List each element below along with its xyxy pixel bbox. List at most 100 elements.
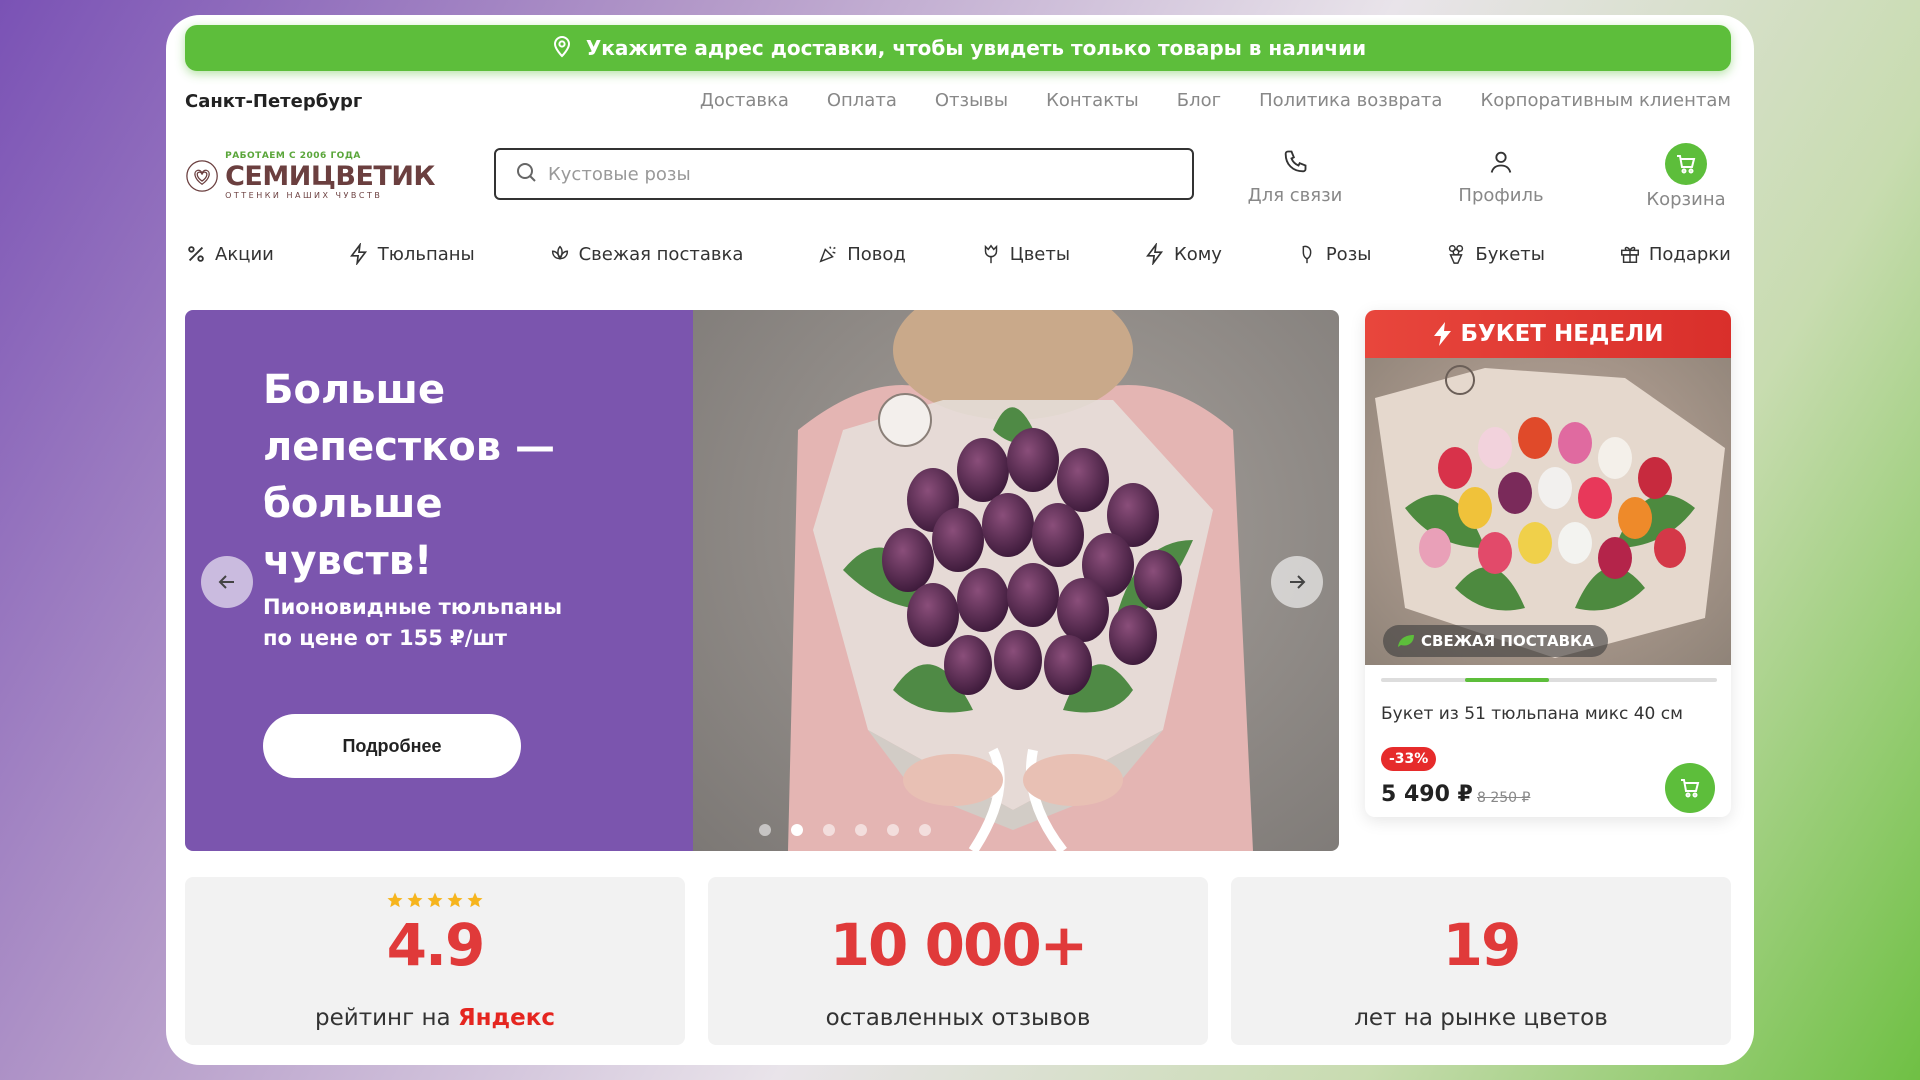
- bouquet-icon: [1449, 245, 1464, 264]
- category-label: Повод: [847, 243, 906, 265]
- category-label: Цветы: [1009, 243, 1071, 265]
- site-logo[interactable]: РАБОТАЕМ С 2006 ГОДА СЕМИЦВЕТИК ОТТЕНКИ …: [185, 147, 435, 205]
- star-icon: [387, 892, 403, 908]
- mixed-tulips-illustration: [1375, 365, 1725, 658]
- week-product-name[interactable]: Букет из 51 тюльпана микс 40 см: [1381, 704, 1683, 724]
- cart-icon: [1681, 779, 1700, 798]
- contact-button[interactable]: Для связи: [1245, 148, 1345, 206]
- rose-icon: [1302, 245, 1312, 264]
- topnav-delivery[interactable]: Доставка: [700, 90, 789, 111]
- category-label: Акции: [215, 243, 274, 265]
- product-old-price: 8 250 ₽: [1477, 790, 1531, 806]
- lotus-icon: [551, 245, 568, 260]
- pagination-dot[interactable]: [759, 824, 771, 836]
- category-label: Тюльпаны: [377, 243, 475, 265]
- yandex-logo: Яндекс: [457, 1005, 555, 1031]
- arrow-right-icon: [1290, 575, 1306, 589]
- rating-value: 4.9: [386, 911, 486, 979]
- browser-frame: Укажите адрес доставки, чтобы увидеть то…: [166, 15, 1754, 1065]
- page-content: Укажите адрес доставки, чтобы увидеть то…: [185, 15, 1731, 1065]
- reviews-label: оставленных отзывов: [825, 1005, 1091, 1031]
- hero-title: Больше лепестков — больше чувств!: [263, 367, 555, 584]
- hero-more-button[interactable]: Подробнее: [263, 714, 521, 778]
- category-for-whom[interactable]: Кому: [1144, 243, 1222, 265]
- hero-slider: Больше лепестков — больше чувств! Пионов…: [185, 310, 1339, 851]
- topnav-payment[interactable]: Оплата: [827, 90, 897, 111]
- category-tulips[interactable]: Тюльпаны: [348, 243, 475, 265]
- gift-icon: [1620, 246, 1639, 263]
- lightning-icon: [1145, 243, 1164, 265]
- star-icon: [467, 892, 483, 908]
- logo-name: СЕМИЦВЕТИК: [225, 161, 435, 192]
- logo-tagline: ОТТЕНКИ НАШИХ ЧУВСТВ: [225, 191, 383, 200]
- pagination-dot[interactable]: [855, 824, 867, 836]
- years-label: лет на рынке цветов: [1354, 1005, 1608, 1031]
- star-icon: [427, 892, 443, 908]
- rating-stars: [185, 891, 685, 909]
- cart-label: Корзина: [1646, 189, 1726, 210]
- category-label: Кому: [1173, 243, 1222, 265]
- search-icon: [514, 160, 538, 188]
- week-bouquet-image: СВЕЖАЯ ПОСТАВКА: [1365, 358, 1731, 665]
- logo-heart-icon: [186, 160, 218, 192]
- lightning-icon: [349, 243, 367, 265]
- top-navigation: Доставка Оплата Отзывы Контакты Блог Пол…: [700, 90, 1731, 111]
- pagination-dot[interactable]: [887, 824, 899, 836]
- hero-text-panel: Больше лепестков — больше чувств! Пионов…: [185, 310, 693, 851]
- topnav-blog[interactable]: Блог: [1177, 90, 1221, 111]
- category-bouquets[interactable]: Букеты: [1445, 243, 1545, 265]
- years-value: 19: [1442, 911, 1522, 979]
- fresh-delivery-badge: СВЕЖАЯ ПОСТАВКА: [1383, 625, 1608, 657]
- pagination-dot[interactable]: [823, 824, 835, 836]
- lightning-icon: [1433, 322, 1451, 346]
- city-selector[interactable]: Санкт-Петербург: [185, 91, 362, 112]
- add-to-cart-button[interactable]: [1665, 763, 1715, 813]
- hero-pagination: [759, 824, 931, 836]
- week-header-text: БУКЕТ НЕДЕЛИ: [1460, 321, 1664, 347]
- category-fresh-delivery[interactable]: Свежая поставка: [549, 243, 744, 265]
- stat-years: 19 лет на рынке цветов: [1231, 877, 1731, 1045]
- category-flowers[interactable]: Цветы: [980, 243, 1070, 265]
- category-navigation: Акции Тюльпаны Свежая поставка Повод Цве…: [185, 243, 1731, 265]
- stat-reviews: 10 000+ оставленных отзывов: [708, 877, 1208, 1045]
- topnav-corporate[interactable]: Корпоративным клиентам: [1480, 90, 1731, 111]
- fresh-badge-text: СВЕЖАЯ ПОСТАВКА: [1421, 632, 1594, 650]
- party-popper-icon: [819, 246, 836, 263]
- cart-button[interactable]: Корзина: [1641, 143, 1731, 210]
- delivery-address-banner[interactable]: Укажите адрес доставки, чтобы увидеть то…: [185, 25, 1731, 71]
- category-gifts[interactable]: Подарки: [1619, 243, 1731, 265]
- search-box[interactable]: [494, 148, 1194, 200]
- contact-label: Для связи: [1247, 185, 1343, 206]
- cart-icon: [1665, 143, 1707, 185]
- profile-button[interactable]: Профиль: [1451, 148, 1551, 206]
- pagination-dot-active[interactable]: [791, 824, 803, 836]
- stat-rating: 4.9 рейтинг на Яндекс: [185, 877, 685, 1045]
- topnav-return-policy[interactable]: Политика возврата: [1259, 90, 1442, 111]
- category-label: Подарки: [1648, 243, 1731, 265]
- category-occasion[interactable]: Повод: [817, 243, 906, 265]
- discount-badge: -33%: [1381, 747, 1437, 771]
- topnav-contacts[interactable]: Контакты: [1046, 90, 1139, 111]
- hero-prev-button[interactable]: [201, 556, 253, 608]
- logo-since: РАБОТАЕМ С 2006 ГОДА: [225, 151, 361, 161]
- rating-label: рейтинг на Яндекс: [185, 1005, 685, 1031]
- star-icon: [447, 892, 463, 908]
- user-icon: [1487, 148, 1515, 181]
- bouquet-of-the-week-card[interactable]: БУКЕТ НЕДЕЛИ СВЕЖАЯ ПОСТАВКА Букет из 51…: [1365, 310, 1731, 817]
- tulip-bouquet-illustration: [788, 310, 1253, 851]
- phone-icon: [1281, 148, 1309, 181]
- pagination-dot[interactable]: [919, 824, 931, 836]
- topnav-reviews[interactable]: Отзывы: [935, 90, 1008, 111]
- category-sales[interactable]: Акции: [185, 243, 274, 265]
- hero-next-button[interactable]: [1271, 556, 1323, 608]
- category-roses[interactable]: Розы: [1296, 243, 1371, 265]
- category-label: Свежая поставка: [578, 243, 744, 265]
- hero-image-tulip-bouquet: [693, 310, 1339, 851]
- delivery-banner-text: Укажите адрес доставки, чтобы увидеть то…: [585, 36, 1367, 60]
- arrow-left-icon: [218, 575, 234, 589]
- search-input[interactable]: [548, 163, 1148, 185]
- percent-icon: [188, 246, 204, 262]
- hero-subtitle: Пионовидные тюльпаны по цене от 155 ₽/шт: [263, 595, 563, 650]
- location-pin-icon: [550, 34, 574, 63]
- category-label: Букеты: [1475, 243, 1545, 265]
